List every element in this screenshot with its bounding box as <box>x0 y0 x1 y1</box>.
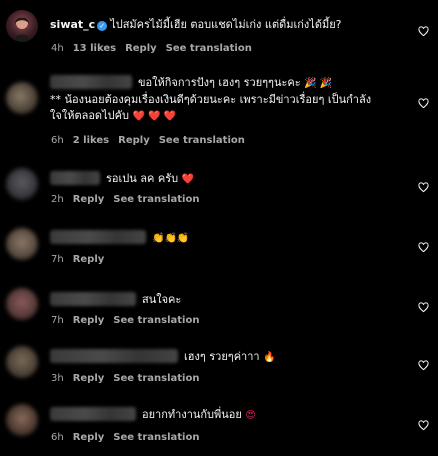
avatar[interactable] <box>6 168 38 200</box>
heart-emoji: ❤️ ❤️ ❤️ <box>132 111 177 122</box>
avatar-image <box>14 17 30 42</box>
reply-button[interactable]: Reply <box>118 135 150 146</box>
username[interactable]: siwat_c <box>50 18 95 31</box>
comment-text: ขอให้กิจการปังๆ เฮงๆ รวยๆๆนะคะ <box>138 76 301 89</box>
comment-meta: 3h Reply See translation <box>51 373 208 384</box>
see-translation-button[interactable]: See translation <box>166 43 252 54</box>
comment-meta: 2h Reply See translation <box>51 194 208 205</box>
comment-text-line: siwat_c ✓ ไปสมัครไม้มี้เฮีย ตอบแชดไม่เก่ง … <box>50 17 408 33</box>
reply-button[interactable]: Reply <box>73 194 105 205</box>
comment-item: เฮงๆ รวยๆค่าาา 🔥 3h Reply See translation <box>0 340 438 392</box>
comment-item: ขอให้กิจการปังๆ เฮงๆ รวยๆๆนะคะ 🎉 🎉 ** น้… <box>0 62 438 152</box>
comment-body: รอเปน ลค ครับ ❤️ <box>50 171 408 188</box>
comment-time: 7h <box>51 315 64 326</box>
see-translation-button[interactable]: See translation <box>113 194 199 205</box>
comment-text-line: รอเปน ลค ครับ ❤️ <box>50 171 408 188</box>
comment-text-line: ใจให้ตลอดไปคับ ❤️ ❤️ ❤️ <box>50 108 408 125</box>
verified-badge-icon: ✓ <box>97 21 108 31</box>
avatar[interactable] <box>6 404 38 436</box>
reply-button[interactable]: Reply <box>73 254 105 265</box>
see-translation-button[interactable]: See translation <box>113 432 199 443</box>
comment-meta: 6h Reply See translation <box>51 432 208 443</box>
redacted-username <box>50 292 136 306</box>
see-translation-button[interactable]: See translation <box>159 135 245 146</box>
comment-item: 👏👏👏 7h Reply <box>0 222 438 274</box>
reply-button[interactable]: Reply <box>73 373 105 384</box>
comment-text: ไปสมัครไม้มี้เฮีย ตอบแชดไม่เก่ง แต่ดื่มเ… <box>110 18 342 31</box>
reply-button[interactable]: Reply <box>125 43 157 54</box>
comment-text: สนใจคะ <box>142 293 182 306</box>
comment-time: 6h <box>51 432 64 443</box>
heart-eyes-emoji: 😍 <box>245 410 256 421</box>
comment-text: รอเปน ลค ครับ <box>106 172 179 185</box>
see-translation-button[interactable]: See translation <box>113 373 199 384</box>
comment-meta: 7h Reply See translation <box>51 315 208 326</box>
redacted-username <box>50 407 136 421</box>
see-translation-button[interactable]: See translation <box>113 315 199 326</box>
comment-likes[interactable]: 13 likes <box>73 43 116 54</box>
comment-item: อยากทำงานกับพี่นอย 😍 6h Reply See translat… <box>0 398 438 456</box>
like-heart-icon[interactable] <box>418 420 429 431</box>
comment-item: siwat_c ✓ ไปสมัครไม้มี้เฮีย ตอบแชดไม่เก่ง … <box>0 0 438 62</box>
comment-body: 👏👏👏 <box>50 230 408 247</box>
comment-body: อยากทำงานกับพี่นอย 😍 <box>50 407 408 424</box>
like-heart-icon[interactable] <box>418 360 429 371</box>
like-heart-icon[interactable] <box>418 26 429 37</box>
comment-time: 6h <box>51 135 64 146</box>
redacted-username <box>50 230 146 244</box>
comment-item: รอเปน ลค ครับ ❤️ 2h Reply See translation <box>0 160 438 212</box>
like-heart-icon[interactable] <box>418 182 429 193</box>
comment-meta: 4h 13 likes Reply See translation <box>51 43 261 54</box>
comment-text: ใจให้ตลอดไปคับ <box>50 109 129 122</box>
comment-time: 4h <box>51 43 64 54</box>
comment-body: siwat_c ✓ ไปสมัครไม้มี้เฮีย ตอบแชดไม่เก่ง … <box>50 17 408 33</box>
reply-button[interactable]: Reply <box>73 432 105 443</box>
avatar[interactable] <box>6 10 38 42</box>
comment-time: 2h <box>51 194 64 205</box>
comment-body: เฮงๆ รวยๆค่าาา 🔥 <box>50 349 408 366</box>
comment-text-line: ** น้องนอยต้องคุมเรื่องเงินดีๆด้วยนะคะ เ… <box>50 93 372 106</box>
comment-meta: 7h Reply <box>51 254 113 265</box>
avatar[interactable] <box>6 288 38 320</box>
comment-text-line: สนใจคะ <box>50 292 408 308</box>
reply-button[interactable]: Reply <box>73 315 105 326</box>
like-heart-icon[interactable] <box>418 98 429 109</box>
comment-text-line: 👏👏👏 <box>50 230 408 247</box>
fire-emoji: 🔥 <box>263 352 276 363</box>
comment-meta: 6h 2 likes Reply See translation <box>51 135 254 146</box>
like-heart-icon[interactable] <box>418 242 429 253</box>
comment-body: สนใจคะ <box>50 292 408 308</box>
comment-text: เฮงๆ รวยๆค่าาา <box>184 350 260 363</box>
avatar[interactable] <box>6 228 38 260</box>
redacted-username <box>50 171 100 185</box>
clapping-hands-emoji: 👏👏👏 <box>152 233 190 244</box>
comment-text-line: อยากทำงานกับพี่นอย 😍 <box>50 407 408 424</box>
party-popper-emoji: 🎉 🎉 <box>304 78 333 89</box>
comment-body: ขอให้กิจการปังๆ เฮงๆ รวยๆๆนะคะ 🎉 🎉 ** น้… <box>50 75 408 125</box>
comment-text-line: ขอให้กิจการปังๆ เฮงๆ รวยๆๆนะคะ 🎉 🎉 <box>50 75 408 92</box>
avatar[interactable] <box>6 82 38 114</box>
avatar[interactable] <box>6 346 38 378</box>
like-heart-icon[interactable] <box>418 302 429 313</box>
comment-likes[interactable]: 2 likes <box>73 135 109 146</box>
redacted-username <box>50 349 178 363</box>
comment-item: สนใจคะ 7h Reply See translation <box>0 282 438 334</box>
comment-time: 7h <box>51 254 64 265</box>
comment-time: 3h <box>51 373 64 384</box>
comment-text-line: เฮงๆ รวยๆค่าาา 🔥 <box>50 349 408 366</box>
heart-emoji: ❤️ <box>181 174 195 185</box>
redacted-username <box>50 75 132 89</box>
comment-text: อยากทำงานกับพี่นอย <box>142 408 242 421</box>
